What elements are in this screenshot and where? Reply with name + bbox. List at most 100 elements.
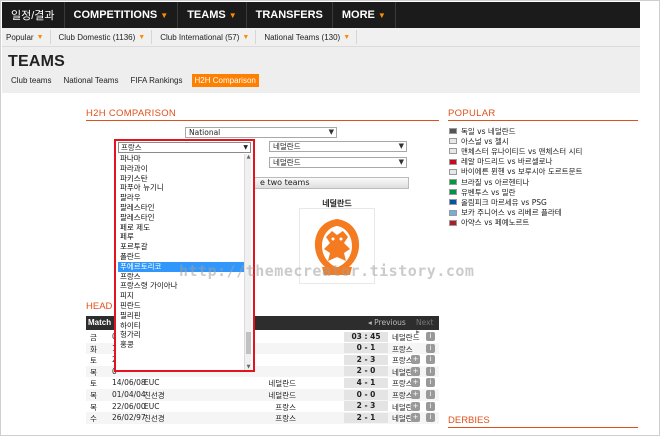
subnav-popular-label: Popular: [6, 32, 34, 42]
info-icon[interactable]: i: [426, 343, 435, 353]
info-icon[interactable]: i: [426, 401, 435, 411]
team-option[interactable]: 프랑스령 가이아나: [118, 281, 246, 291]
plus-icon[interactable]: +: [411, 366, 420, 376]
tab-fifa-rankings[interactable]: FIFA Rankings: [127, 74, 185, 87]
top-navigation: 일정/결과 COMPETITIONS ▼ TEAMS ▼ TRANSFERS MOR…: [2, 2, 640, 28]
team-option[interactable]: 필리핀: [118, 311, 246, 321]
match-score[interactable]: 2 - 3: [344, 401, 388, 412]
tab-h2h-comparison[interactable]: H2H Comparison: [191, 74, 259, 87]
subnav-club-international[interactable]: Club International (57) ▼: [160, 30, 257, 44]
team-option[interactable]: 포르투갈: [118, 242, 246, 252]
nav-fixtures[interactable]: 일정/결과: [2, 2, 65, 28]
team2-select[interactable]: 네덜란드 ▼: [269, 141, 407, 152]
table-row[interactable]: 목 22/06/00 EUC 프랑스 2 - 3 네덜란드 + i: [86, 401, 439, 413]
popular-item[interactable]: 유벤투스 vs 밀란: [449, 187, 639, 197]
team1-select-dropdown[interactable]: 프랑스 ▼ 파나마 파라과이 파키스탄 파푸아 뉴기니 팔라우 팔레스타인 팔레…: [114, 139, 255, 372]
compare-teams-button[interactable]: e two teams: [253, 177, 409, 189]
team-option[interactable]: 홍콩: [118, 340, 246, 350]
match-score[interactable]: 4 - 1: [344, 377, 388, 388]
info-icon[interactable]: i: [426, 332, 435, 341]
nav-teams[interactable]: TEAMS ▼: [178, 2, 247, 28]
competition-type-value: National: [189, 128, 221, 137]
team-option[interactable]: 폴란드: [118, 252, 246, 262]
popular-item[interactable]: 레알 마드리드 vs 바르셀로나: [449, 157, 639, 167]
popular-divider: [448, 120, 638, 121]
team-option[interactable]: 피지: [118, 291, 246, 301]
chevron-down-icon: ▼: [36, 33, 44, 41]
team-option[interactable]: 팔라우: [118, 193, 246, 203]
subnav-club-domestic[interactable]: Club Domestic (1136) ▼: [59, 30, 153, 44]
h2h-title: H2H COMPARISON: [86, 108, 177, 119]
match-home: 네덜란드: [268, 391, 296, 400]
team2-select-value: 네덜란드: [273, 142, 301, 151]
table-row[interactable]: 목 01/04/04 친선경 네덜란드 0 - 0 프랑스 + i: [86, 389, 439, 401]
team-option[interactable]: 파라과이: [118, 164, 246, 174]
plus-icon[interactable]: +: [411, 378, 420, 388]
match-score[interactable]: 2 - 1: [344, 412, 388, 423]
info-icon[interactable]: i: [426, 378, 435, 388]
match-score[interactable]: 2 - 3: [344, 354, 388, 365]
team2-club-select-value: 네덜란드: [273, 158, 301, 167]
popular-item[interactable]: 보카 주니어스 vs 리베르 플라테: [449, 208, 639, 218]
competition-type-select[interactable]: National ▼: [185, 127, 337, 138]
nav-competitions-label: COMPETITIONS: [73, 9, 158, 21]
team-option[interactable]: 파푸아 뉴기니: [118, 183, 246, 193]
tab-national-teams[interactable]: National Teams: [60, 74, 121, 87]
sub-navigation: Popular ▼ Club Domestic (1136) ▼ Club Inte…: [2, 28, 640, 47]
team-option[interactable]: 파키스탄: [118, 174, 246, 184]
table-row[interactable]: 토 14/06/08 EUC 네덜란드 4 - 1 프랑스 + i: [86, 377, 439, 389]
match-home: 프랑스: [275, 402, 296, 412]
team-option[interactable]: 헝가리: [118, 330, 246, 340]
popular-item[interactable]: 아스널 vs 첼시: [449, 136, 639, 146]
team-option[interactable]: 팔레스타인: [118, 203, 246, 213]
team-option[interactable]: 핀란드: [118, 301, 246, 311]
popular-item[interactable]: 올림피크 마르세유 vs PSG: [449, 197, 639, 207]
team1-select-value: 프랑스: [121, 143, 142, 152]
match-score[interactable]: 0 - 0: [344, 389, 388, 400]
popular-item[interactable]: 바이에른 뮌헨 vs 보루시아 도르트문트: [449, 167, 639, 177]
chevron-down-icon: ▼: [138, 33, 146, 41]
subnav-club-domestic-label: Club Domestic (1136): [58, 32, 136, 42]
info-icon[interactable]: i: [426, 390, 435, 399]
info-icon[interactable]: i: [426, 355, 435, 365]
match-competition: EUC: [144, 378, 160, 388]
plus-icon[interactable]: +: [411, 413, 420, 423]
scroll-up-icon[interactable]: ▲: [245, 154, 252, 160]
chevron-down-icon: ▼: [160, 10, 169, 20]
team1-select[interactable]: 프랑스 ▼: [118, 142, 251, 153]
team-option[interactable]: 하이티: [118, 321, 246, 331]
match-score[interactable]: 2 - 0: [344, 366, 388, 377]
match-date: 26/02/97: [112, 413, 146, 423]
plus-icon[interactable]: +: [411, 355, 420, 365]
previous-link[interactable]: ◂ Previous: [368, 318, 406, 327]
popular-item[interactable]: 맨체스터 유나이티드 vs 맨체스터 시티: [449, 146, 639, 156]
popular-item[interactable]: 브라질 vs 아르헨티나: [449, 177, 639, 187]
popular-item[interactable]: 아약스 vs 페예노르트: [449, 218, 639, 228]
nav-more[interactable]: MORE ▼: [333, 2, 396, 28]
subnav-national-teams[interactable]: National Teams (130) ▼: [264, 30, 358, 44]
scrollbar-thumb[interactable]: [246, 332, 251, 354]
match-day: 토: [90, 379, 97, 389]
popular-item[interactable]: 독일 vs 네덜란드: [449, 126, 639, 136]
match-score[interactable]: 03 : 45: [344, 331, 388, 342]
plus-icon[interactable]: +: [411, 390, 420, 399]
chevron-down-icon: ▼: [242, 33, 250, 41]
team2-club-select[interactable]: 네덜란드 ▼: [269, 157, 407, 168]
popular-title: POPULAR: [448, 108, 496, 119]
plus-icon[interactable]: +: [411, 401, 420, 411]
match-score[interactable]: 0 - 1: [344, 343, 388, 354]
nav-transfers[interactable]: TRANSFERS: [247, 2, 333, 28]
team-option[interactable]: 페루: [118, 232, 246, 242]
info-icon[interactable]: i: [426, 366, 435, 376]
tab-club-teams[interactable]: Club teams: [8, 74, 54, 87]
table-row[interactable]: 수 26/02/97 친선경 프랑스 2 - 1 네덜란드 + i: [86, 412, 439, 424]
team-option[interactable]: 페로 제도: [118, 223, 246, 233]
team-option[interactable]: 팔레스타인: [118, 213, 246, 223]
subnav-popular[interactable]: Popular ▼: [6, 30, 51, 44]
match-date: 22/06/00: [112, 401, 146, 411]
chevron-down-icon: ▼: [398, 142, 404, 150]
scroll-down-icon[interactable]: ▼: [245, 364, 252, 370]
info-icon[interactable]: i: [426, 413, 435, 423]
nav-competitions[interactable]: COMPETITIONS ▼: [65, 2, 179, 28]
team-option[interactable]: 파나마: [118, 154, 246, 164]
